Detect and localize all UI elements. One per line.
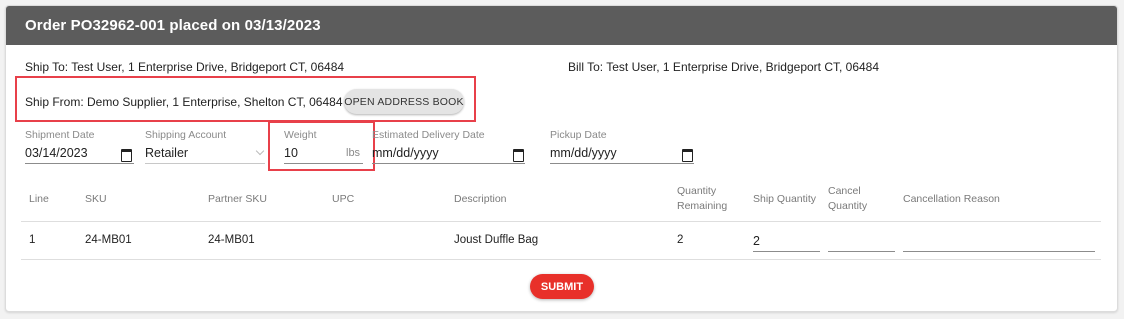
estimated-delivery-label: Estimated Delivery Date: [372, 129, 485, 141]
cell-sku: 24-MB01: [85, 234, 132, 246]
column-header-quantity-remaining-line2: Remaining: [677, 200, 728, 212]
shipping-account-value: Retailer: [145, 146, 189, 160]
cancel-quantity-underline: [828, 251, 895, 252]
ship-to-text: Ship To: Test User, 1 Enterprise Drive, …: [25, 60, 345, 74]
pickup-date-label: Pickup Date: [550, 129, 607, 141]
shipment-date-input[interactable]: 03/14/2023: [25, 144, 134, 164]
cell-description: Joust Duffle Bag: [454, 234, 539, 246]
column-header-quantity-remaining: Quantity Remaining: [677, 184, 727, 214]
column-header-cancel-quantity-line1: Cancel: [828, 185, 861, 197]
pickup-date-input[interactable]: mm/dd/yyyy: [550, 144, 694, 164]
column-header-sku: SKU: [85, 193, 107, 205]
column-header-line: Line: [29, 193, 49, 205]
ship-quantity-value: 2: [753, 234, 760, 248]
shipping-account-underline: [145, 163, 265, 164]
table-row-divider: [21, 259, 1101, 260]
ship-from-highlight: [15, 76, 476, 122]
submit-button[interactable]: SUBMIT: [530, 274, 594, 299]
column-header-description: Description: [454, 193, 507, 205]
column-header-ship-quantity: Ship Quantity: [753, 193, 817, 205]
calendar-icon[interactable]: [513, 149, 524, 162]
cancel-quantity-input[interactable]: [828, 231, 895, 251]
order-title: Order PO32962-001 placed on 03/13/2023: [25, 17, 321, 34]
column-header-cancel-quantity: Cancel Quantity: [828, 184, 867, 214]
cancellation-reason-input[interactable]: [903, 231, 1095, 251]
column-header-partner-sku: Partner SKU: [208, 193, 267, 205]
cell-quantity-remaining: 2: [677, 234, 684, 246]
bill-to-text: Bill To: Test User, 1 Enterprise Drive, …: [568, 60, 880, 74]
pickup-date-value: mm/dd/yyyy: [550, 146, 617, 160]
ship-quantity-underline: [753, 251, 820, 252]
column-header-quantity-remaining-line1: Quantity: [677, 185, 717, 197]
calendar-icon[interactable]: [121, 149, 132, 162]
estimated-delivery-input[interactable]: mm/dd/yyyy: [372, 144, 525, 164]
calendar-icon[interactable]: [682, 149, 693, 162]
pickup-date-underline: [550, 163, 694, 164]
column-header-cancellation-reason: Cancellation Reason: [903, 193, 1000, 205]
cell-partner-sku: 24-MB01: [208, 234, 255, 246]
weight-highlight: [268, 121, 375, 171]
ship-quantity-input[interactable]: 2: [753, 231, 820, 251]
shipping-account-select[interactable]: Retailer: [145, 144, 265, 164]
chevron-down-icon: [255, 146, 265, 156]
shipment-date-label: Shipment Date: [25, 129, 95, 141]
cell-line: 1: [29, 234, 36, 246]
shipment-date-underline: [25, 163, 134, 164]
order-header: Order PO32962-001 placed on 03/13/2023: [6, 6, 1117, 45]
estimated-delivery-underline: [372, 163, 525, 164]
shipment-date-value: 03/14/2023: [25, 146, 88, 160]
column-header-cancel-quantity-line2: Quantity: [828, 200, 868, 212]
estimated-delivery-value: mm/dd/yyyy: [372, 146, 439, 160]
cancellation-reason-underline: [903, 251, 1095, 252]
order-card: Order PO32962-001 placed on 03/13/2023 S…: [5, 5, 1118, 312]
shipping-account-label: Shipping Account: [145, 129, 227, 141]
column-header-upc: UPC: [332, 193, 355, 205]
table-header-divider: [21, 221, 1101, 222]
